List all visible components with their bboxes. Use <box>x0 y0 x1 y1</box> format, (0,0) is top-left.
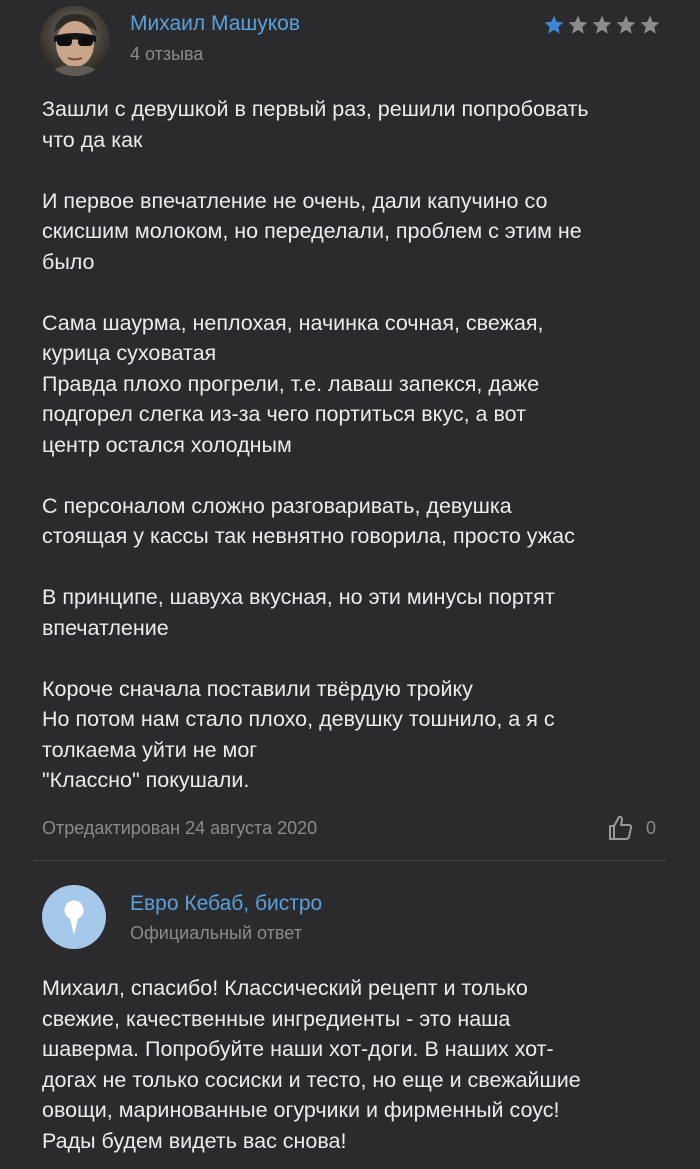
map-pin-icon <box>64 900 84 935</box>
business-avatar[interactable] <box>42 885 106 949</box>
business-name[interactable]: Евро Кебаб, бистро <box>130 892 322 916</box>
star-empty-icon <box>568 15 588 34</box>
reply-text: Михаил, спасибо! Классический рецепт и т… <box>42 976 581 1153</box>
author-avatar[interactable] <box>40 6 110 76</box>
review-paragraph: Короче сначала поставили твёрдую тройку … <box>42 676 555 793</box>
star-empty-icon <box>592 15 612 34</box>
thumbs-up-icon <box>609 815 633 840</box>
review-paragraph: Зашли с девушкой в первый раз, решили по… <box>42 97 589 152</box>
star-empty-icon <box>616 15 636 34</box>
review-text: Зашли с девушкой в первый раз, решили по… <box>42 94 667 796</box>
author-photo-icon <box>40 6 110 76</box>
edited-date: Отредактирован 24 августа 2020 <box>42 818 318 838</box>
star-filled-icon <box>544 15 564 34</box>
review-paragraph: С персоналом сложно разговаривать, девуш… <box>42 493 575 549</box>
like-count: 0 <box>646 817 657 838</box>
review-paragraph: В принципе, шавуха вкусная, но эти минус… <box>42 585 555 640</box>
star-empty-icon <box>640 15 660 34</box>
author-name[interactable]: Михаил Машуков <box>130 12 300 36</box>
review-paragraph: Сама шаурма, неплохая, начинка сочная, с… <box>42 310 544 457</box>
divider <box>33 860 667 861</box>
author-reviews-count: 4 отзыва <box>130 44 204 64</box>
official-reply-label: Официальный ответ <box>130 923 302 943</box>
like-button[interactable]: 0 <box>606 814 656 842</box>
review-paragraph: И первое впечатление не очень, дали капу… <box>42 188 582 274</box>
rating-stars <box>543 14 661 36</box>
